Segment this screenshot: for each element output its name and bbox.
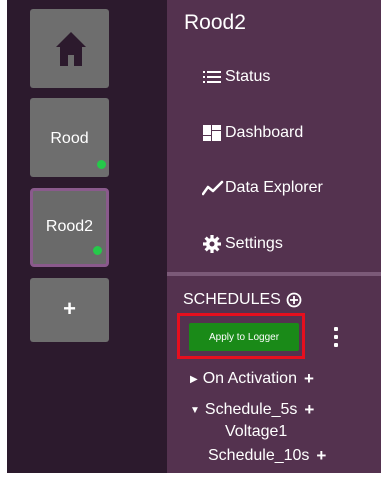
nav-item-dashboard[interactable]: Dashboard <box>202 120 303 146</box>
add-logger-button[interactable]: + <box>30 278 109 342</box>
schedule-item-schedule-10s[interactable]: Schedule_10s + <box>208 446 326 466</box>
caret-right-icon[interactable]: ▶ <box>190 374 198 385</box>
schedule-item-label: Schedule_10s <box>208 447 310 464</box>
app-frame: Rood Rood2 + Rood2 Status Dashboard Data… <box>7 0 381 473</box>
more-options-icon[interactable] <box>334 327 338 347</box>
section-divider <box>167 272 381 276</box>
nav-item-label: Status <box>225 68 271 85</box>
apply-to-logger-button[interactable]: Apply to Logger <box>189 323 299 351</box>
add-logger-label: + <box>63 296 76 321</box>
logger-rail: Rood Rood2 + <box>7 0 167 473</box>
schedules-title: SCHEDULES <box>183 291 281 308</box>
schedule-item-schedule-5s[interactable]: ▼ Schedule_5s + <box>190 400 314 420</box>
schedules-header: SCHEDULES <box>183 291 302 309</box>
channel-item-label: Voltage1 <box>225 423 288 440</box>
nav-item-label: Settings <box>225 235 283 252</box>
logger-tile-label: Rood <box>50 130 89 147</box>
caret-down-icon[interactable]: ▼ <box>190 405 200 416</box>
gear-icon <box>203 235 221 253</box>
schedule-item-on-activation[interactable]: ▶ On Activation + <box>190 369 314 389</box>
nav-item-label: Data Explorer <box>225 179 323 196</box>
add-icon[interactable]: + <box>316 446 326 466</box>
home-icon <box>56 32 86 66</box>
online-status-dot <box>93 246 102 255</box>
logger-panel: Rood2 Status Dashboard Data Explorer Set… <box>167 0 381 473</box>
nav-item-label: Dashboard <box>225 124 304 141</box>
trend-line-icon <box>202 180 224 196</box>
add-schedule-icon[interactable] <box>286 292 302 308</box>
home-button[interactable] <box>30 9 109 88</box>
logger-tile-label: Rood2 <box>45 218 94 235</box>
schedule-item-label: Schedule_5s <box>204 401 298 418</box>
logger-tile-rood[interactable]: Rood <box>30 98 109 177</box>
schedule-item-label: On Activation <box>202 370 297 387</box>
dashboard-icon <box>203 125 221 141</box>
nav-item-data-explorer[interactable]: Data Explorer <box>202 175 323 201</box>
logger-tile-rood2[interactable]: Rood2 <box>30 188 109 267</box>
list-icon <box>203 71 221 83</box>
add-icon[interactable]: + <box>304 369 314 389</box>
add-icon[interactable]: + <box>304 400 314 420</box>
nav-item-status[interactable]: Status <box>202 64 270 90</box>
page-title: Rood2 <box>184 11 246 34</box>
online-status-dot <box>97 160 106 169</box>
channel-item-voltage1[interactable]: Voltage1 <box>225 423 287 441</box>
nav-item-settings[interactable]: Settings <box>202 231 283 257</box>
